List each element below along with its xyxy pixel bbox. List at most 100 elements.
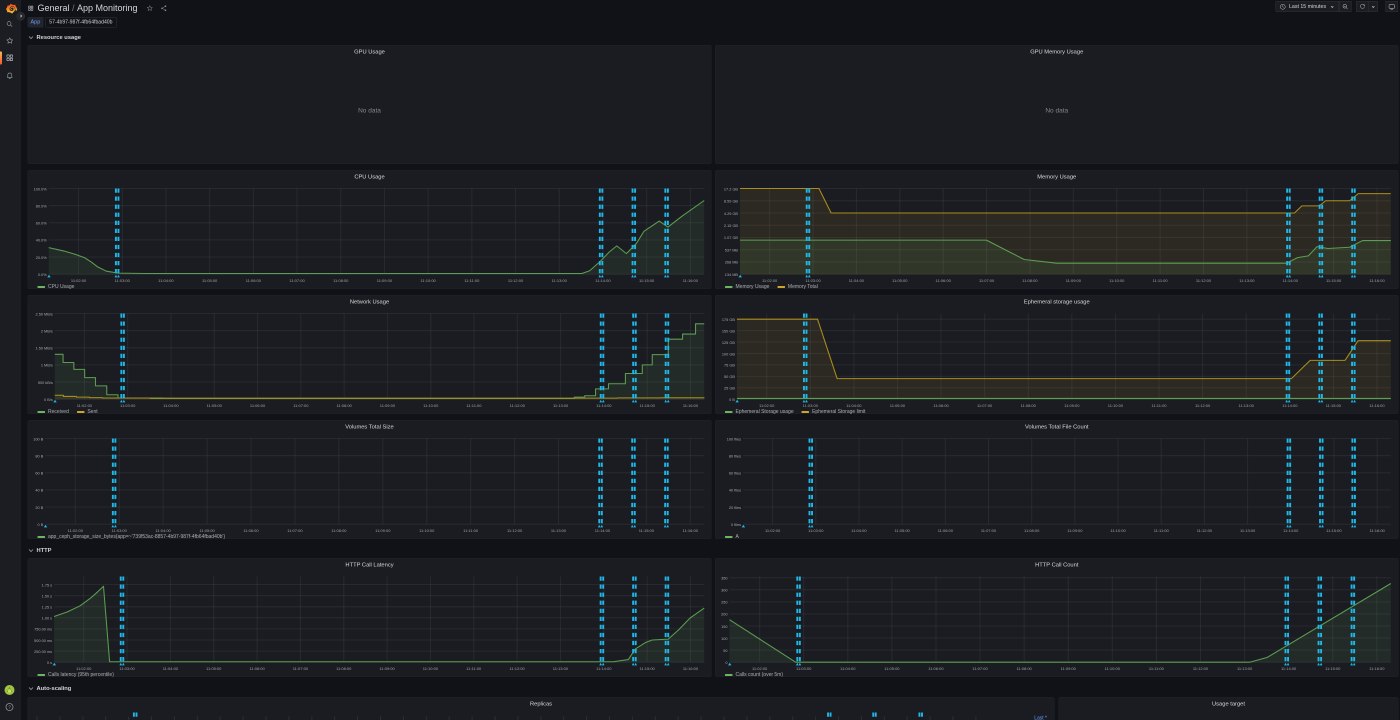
svg-text:150: 150 — [721, 625, 727, 629]
svg-text:0 s: 0 s — [47, 661, 52, 665]
svg-text:40 files: 40 files — [729, 489, 741, 493]
svg-text:11:16:00: 11:16:00 — [683, 666, 699, 671]
svg-text:11:10:00: 11:10:00 — [1110, 528, 1126, 533]
svg-text:0 B: 0 B — [38, 523, 44, 527]
svg-text:11:10:00: 11:10:00 — [1105, 666, 1121, 671]
svg-text:11:08:00: 11:08:00 — [1017, 666, 1033, 671]
svg-text:11:16:00: 11:16:00 — [683, 528, 699, 533]
svg-text:100 files: 100 files — [727, 437, 741, 441]
svg-text:11:05:00: 11:05:00 — [892, 278, 908, 283]
svg-text:11:06:00: 11:06:00 — [246, 278, 262, 283]
svg-text:11:05:00: 11:05:00 — [895, 528, 911, 533]
svg-text:11:02:00: 11:02:00 — [68, 528, 84, 533]
svg-text:11:13:00: 11:13:00 — [552, 278, 568, 283]
svg-text:11:03:00: 11:03:00 — [805, 278, 821, 283]
svg-text:2.50 MB/s: 2.50 MB/s — [35, 312, 52, 316]
svg-text:500.00 ms: 500.00 ms — [34, 639, 52, 643]
svg-text:11:09:00: 11:09:00 — [379, 666, 395, 671]
svg-text:11:05:00: 11:05:00 — [890, 403, 906, 408]
svg-text:11:13:00: 11:13:00 — [1237, 666, 1253, 671]
svg-text:11:16:00: 11:16:00 — [683, 278, 699, 283]
svg-text:11:09:00: 11:09:00 — [377, 278, 393, 283]
svg-text:11:02:00: 11:02:00 — [77, 403, 93, 408]
svg-text:11:09:00: 11:09:00 — [380, 403, 396, 408]
svg-text:0 files: 0 files — [731, 523, 741, 527]
svg-text:11:12:00: 11:12:00 — [507, 528, 523, 533]
svg-text:11:16:00: 11:16:00 — [1369, 666, 1385, 671]
svg-text:11:11:00: 11:11:00 — [1149, 666, 1165, 671]
svg-text:11:02:00: 11:02:00 — [762, 278, 778, 283]
svg-text:11:06:00: 11:06:00 — [938, 528, 954, 533]
svg-text:250: 250 — [721, 601, 727, 605]
svg-text:175 GB: 175 GB — [722, 318, 735, 322]
svg-text:1.75 s: 1.75 s — [42, 583, 53, 587]
svg-text:20 B: 20 B — [35, 506, 43, 510]
svg-text:4.29 GB: 4.29 GB — [724, 212, 739, 216]
svg-text:11:06:00: 11:06:00 — [936, 278, 952, 283]
svg-text:11:11:00: 11:11:00 — [1152, 403, 1168, 408]
svg-text:80.0%: 80.0% — [36, 204, 47, 208]
svg-text:350: 350 — [721, 576, 727, 580]
svg-text:11:15:00: 11:15:00 — [640, 403, 656, 408]
svg-text:11:13:00: 11:13:00 — [553, 403, 569, 408]
svg-text:11:12:00: 11:12:00 — [509, 666, 525, 671]
svg-text:60 B: 60 B — [35, 472, 43, 476]
svg-text:?: ? — [8, 705, 11, 710]
svg-text:11:13:00: 11:13:00 — [1239, 278, 1255, 283]
svg-text:11:16:00: 11:16:00 — [683, 403, 699, 408]
svg-text:11:04:00: 11:04:00 — [849, 278, 865, 283]
svg-text:11:10:00: 11:10:00 — [1109, 278, 1125, 283]
svg-text:200: 200 — [721, 613, 727, 617]
svg-text:11:10:00: 11:10:00 — [421, 278, 437, 283]
svg-text:11:04:00: 11:04:00 — [840, 666, 856, 671]
svg-text:11:11:00: 11:11:00 — [466, 666, 482, 671]
svg-text:11:06:00: 11:06:00 — [933, 403, 949, 408]
svg-text:50: 50 — [723, 649, 727, 653]
svg-text:537 MB: 537 MB — [725, 248, 739, 252]
svg-text:11:09:00: 11:09:00 — [375, 528, 391, 533]
svg-text:11:14:00: 11:14:00 — [596, 403, 612, 408]
svg-text:25 GB: 25 GB — [724, 387, 735, 391]
svg-text:1.50 s: 1.50 s — [42, 594, 53, 598]
svg-text:11:07:00: 11:07:00 — [979, 278, 995, 283]
svg-text:268 MB: 268 MB — [725, 261, 739, 265]
svg-text:11:16:00: 11:16:00 — [1369, 278, 1385, 283]
svg-text:11:03:00: 11:03:00 — [119, 666, 135, 671]
svg-text:20.0%: 20.0% — [36, 256, 47, 260]
svg-text:11:03:00: 11:03:00 — [796, 666, 812, 671]
svg-text:11:13:00: 11:13:00 — [553, 666, 569, 671]
svg-text:11:09:00: 11:09:00 — [1061, 666, 1077, 671]
svg-text:100 B: 100 B — [33, 437, 43, 441]
svg-text:11:03:00: 11:03:00 — [112, 528, 128, 533]
svg-text:100: 100 — [721, 637, 727, 641]
svg-text:11:03:00: 11:03:00 — [115, 278, 131, 283]
svg-text:1 MB/s: 1 MB/s — [41, 364, 53, 368]
svg-text:0 B/s: 0 B/s — [44, 398, 53, 402]
svg-text:11:06:00: 11:06:00 — [249, 666, 265, 671]
svg-text:11:03:00: 11:03:00 — [808, 528, 824, 533]
svg-text:134 MB: 134 MB — [725, 273, 739, 277]
svg-text:40 B: 40 B — [35, 489, 43, 493]
svg-text:11:02:00: 11:02:00 — [759, 403, 775, 408]
svg-text:750.00 ms: 750.00 ms — [34, 628, 52, 632]
svg-text:11:15:00: 11:15:00 — [640, 666, 656, 671]
svg-text:11:08:00: 11:08:00 — [331, 528, 347, 533]
svg-text:11:15:00: 11:15:00 — [1326, 278, 1342, 283]
svg-text:11:04:00: 11:04:00 — [158, 278, 174, 283]
svg-text:11:11:00: 11:11:00 — [463, 528, 479, 533]
svg-text:1.00 s: 1.00 s — [42, 617, 53, 621]
svg-text:11:15:00: 11:15:00 — [639, 278, 655, 283]
svg-text:11:02:00: 11:02:00 — [71, 278, 87, 283]
svg-text:11:13:00: 11:13:00 — [1239, 403, 1255, 408]
svg-text:11:15:00: 11:15:00 — [639, 528, 655, 533]
svg-text:11:08:00: 11:08:00 — [333, 278, 349, 283]
svg-text:11:14:00: 11:14:00 — [1281, 666, 1297, 671]
svg-text:100.0%: 100.0% — [34, 187, 48, 191]
svg-text:11:08:00: 11:08:00 — [1024, 528, 1040, 533]
svg-text:11:12:00: 11:12:00 — [1197, 528, 1213, 533]
svg-text:80 files: 80 files — [729, 454, 741, 458]
svg-text:11:07:00: 11:07:00 — [293, 666, 309, 671]
svg-text:11:02:00: 11:02:00 — [765, 528, 781, 533]
svg-text:11:10:00: 11:10:00 — [1108, 403, 1124, 408]
svg-text:17.2 GB: 17.2 GB — [724, 187, 739, 191]
